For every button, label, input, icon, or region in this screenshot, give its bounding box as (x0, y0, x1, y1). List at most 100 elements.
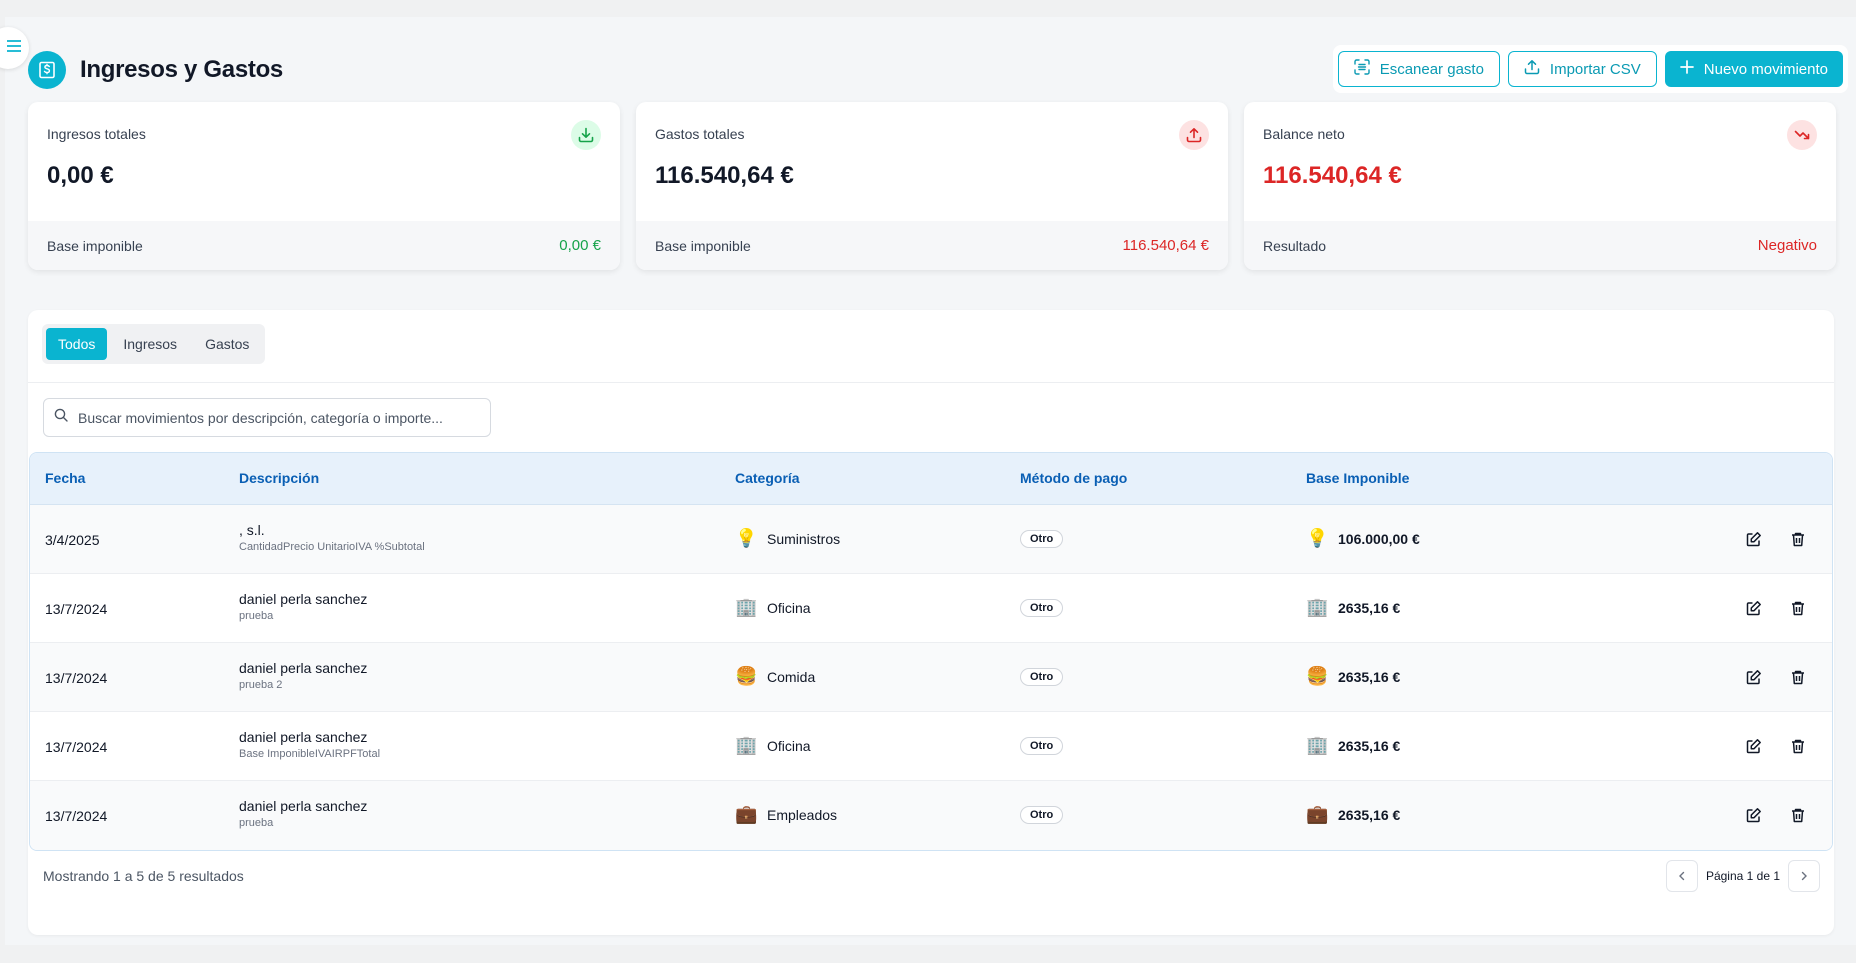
trash-icon[interactable] (1787, 804, 1809, 826)
header-categoria[interactable]: Categoría (735, 470, 800, 486)
row-title: daniel perla sanchez (239, 660, 368, 676)
row-actions (1743, 528, 1809, 550)
briefcase-icon: 💼 (1306, 804, 1329, 824)
header-descripcion[interactable]: Descripción (239, 470, 319, 486)
base-value: 2635,16 € (1338, 668, 1401, 685)
tab-ingresos[interactable]: Ingresos (111, 328, 189, 360)
row-description: , s.l. CantidadPrecio UnitarioIVA %Subto… (239, 522, 425, 553)
scan-icon (1353, 59, 1370, 79)
briefcase-icon: 💼 (735, 804, 758, 824)
card-value: 116.540,64 € (655, 162, 794, 189)
office-building-icon: 🏢 (735, 735, 758, 755)
table-row[interactable]: 3/4/2025 , s.l. CantidadPrecio UnitarioI… (30, 505, 1832, 574)
row-date: 3/4/2025 (45, 532, 100, 548)
results-count: Mostrando 1 a 5 de 5 resultados (43, 868, 244, 884)
expense-card: Gastos totales 116.540,64 € Base imponib… (636, 102, 1228, 270)
trending-down-icon (1787, 120, 1817, 150)
row-description: daniel perla sanchez prueba (239, 798, 367, 829)
table-row[interactable]: 13/7/2024 daniel perla sanchez Base Impo… (30, 712, 1832, 781)
page-title: Ingresos y Gastos (80, 56, 283, 83)
trash-icon[interactable] (1787, 528, 1809, 550)
edit-icon[interactable] (1743, 666, 1765, 688)
row-payment: Otro (1020, 736, 1064, 755)
new-movement-label: Nuevo movimiento (1703, 60, 1828, 78)
payment-badge: Otro (1020, 599, 1064, 617)
tab-todos[interactable]: Todos (46, 328, 108, 360)
row-subtitle: prueba 2 (239, 679, 283, 691)
scan-expense-button[interactable]: Escanear gasto (1337, 51, 1500, 87)
divider (28, 382, 1834, 383)
category-label: Oficina (767, 737, 811, 754)
header-fecha[interactable]: Fecha (45, 470, 85, 486)
row-subtitle: prueba (239, 817, 274, 829)
search-icon (54, 408, 68, 427)
search-input[interactable] (78, 409, 458, 426)
row-category: 🏢 Oficina (735, 735, 811, 756)
table-row[interactable]: 13/7/2024 daniel perla sanchez prueba 🏢 … (30, 574, 1832, 643)
category-label: Comida (767, 668, 816, 685)
next-page-button[interactable] (1788, 860, 1820, 892)
row-description: daniel perla sanchez prueba (239, 591, 367, 622)
payment-badge: Otro (1020, 737, 1064, 755)
card-value: 116.540,64 € (1263, 162, 1402, 189)
table-row[interactable]: 13/7/2024 daniel perla sanchez prueba 2 … (30, 643, 1832, 712)
card-footer-value: Negativo (1757, 237, 1817, 254)
table-footer: Mostrando 1 a 5 de 5 resultados Página 1… (43, 855, 1820, 897)
edit-icon[interactable] (1743, 597, 1765, 619)
row-title: daniel perla sanchez (239, 729, 368, 745)
row-actions (1743, 735, 1809, 757)
scan-expense-label: Escanear gasto (1379, 60, 1484, 78)
row-subtitle: Base ImponibleIVAIRPFTotal (239, 748, 381, 760)
row-category: 🍔 Comida (735, 666, 815, 687)
plus-icon (1679, 60, 1694, 78)
card-footer-label: Resultado (1263, 237, 1327, 254)
balance-card: Balance neto 116.540,64 € Resultado Nega… (1244, 102, 1836, 270)
card-label: Gastos totales (655, 126, 745, 142)
lightbulb-icon: 💡 (735, 528, 758, 548)
row-category: 💡 Suministros (735, 528, 840, 549)
row-category: 💼 Empleados (735, 804, 837, 825)
office-building-icon: 🏢 (1306, 735, 1329, 755)
header-base-imponible[interactable]: Base Imponible (1306, 470, 1409, 486)
menu-toggle-button[interactable] (0, 27, 29, 69)
edit-icon[interactable] (1743, 735, 1765, 757)
pagination: Página 1 de 1 (1665, 860, 1820, 892)
edit-icon[interactable] (1743, 804, 1765, 826)
payment-badge: Otro (1020, 530, 1064, 548)
card-label: Ingresos totales (47, 126, 146, 142)
row-title: , s.l. (239, 522, 265, 538)
office-building-icon: 🏢 (1306, 597, 1329, 617)
new-movement-button[interactable]: Nuevo movimiento (1664, 51, 1843, 87)
category-label: Suministros (767, 530, 841, 547)
base-value: 2635,16 € (1338, 806, 1401, 823)
dollar-document-icon (28, 51, 66, 89)
row-subtitle: CantidadPrecio UnitarioIVA %Subtotal (239, 541, 425, 553)
row-date: 13/7/2024 (45, 808, 108, 824)
card-footer-label: Base imponible (47, 237, 143, 254)
tab-gastos[interactable]: Gastos (193, 328, 261, 360)
payment-badge: Otro (1020, 806, 1064, 824)
row-base: 🏢 2635,16 € (1306, 597, 1400, 618)
header-metodo-pago[interactable]: Método de pago (1020, 470, 1127, 486)
upload-icon (1179, 120, 1209, 150)
card-footer: Base imponible 0,00 € (28, 221, 620, 270)
page-header: Ingresos y Gastos (28, 51, 283, 89)
row-description: daniel perla sanchez Base ImponibleIVAIR… (239, 729, 380, 760)
app-page: Ingresos y Gastos Escanear gasto Importa… (0, 17, 1856, 945)
prev-page-button[interactable] (1665, 860, 1698, 892)
table-row[interactable]: 13/7/2024 daniel perla sanchez prueba 💼 … (30, 781, 1832, 850)
base-value: 106.000,00 € (1338, 530, 1420, 547)
row-category: 🏢 Oficina (735, 597, 811, 618)
import-csv-button[interactable]: Importar CSV (1507, 51, 1657, 87)
row-actions (1743, 597, 1809, 619)
trash-icon[interactable] (1787, 666, 1809, 688)
card-footer-value: 116.540,64 € (1122, 237, 1209, 254)
search-box (43, 398, 491, 437)
chevron-left-icon (1678, 871, 1685, 881)
edit-icon[interactable] (1743, 528, 1765, 550)
row-payment: Otro (1020, 598, 1064, 617)
trash-icon[interactable] (1787, 597, 1809, 619)
trash-icon[interactable] (1787, 735, 1809, 757)
movements-table: Fecha Descripción Categoría Método de pa… (29, 452, 1833, 851)
download-icon (571, 120, 601, 150)
